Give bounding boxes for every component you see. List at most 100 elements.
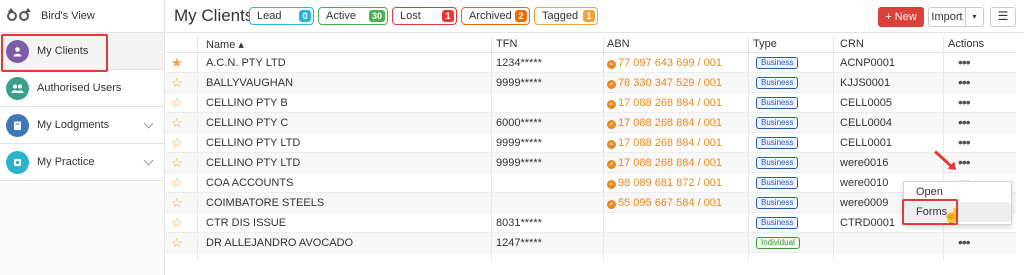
client-name[interactable]: CELLINO PTY C — [206, 117, 288, 129]
column-header-crn[interactable]: CRN — [840, 38, 864, 50]
client-type-badge: Business — [756, 57, 799, 69]
sidebar-item-my-lodgments[interactable]: My Lodgments — [0, 107, 164, 144]
column-header-type[interactable]: Type — [753, 38, 777, 50]
sidebar-item-authorised-users[interactable]: Authorised Users — [0, 70, 164, 107]
client-abn[interactable]: ⌕ 17 088 268 884 / 001 — [607, 97, 722, 109]
column-divider — [943, 35, 944, 260]
client-name[interactable]: COA ACCOUNTS — [206, 177, 293, 189]
column-divider — [197, 35, 198, 260]
table-row[interactable]: ☆ CELLINO PTY C 6000***** ⌕ 17 088 268 884 /… — [166, 113, 1016, 133]
client-tfn: 1247***** — [496, 237, 542, 249]
actions-menu-button[interactable]: ••• — [958, 74, 971, 90]
actions-menu-button[interactable]: ••• — [958, 134, 971, 150]
client-name[interactable]: DR ALLEJANDRO AVOCADO — [206, 237, 353, 249]
sidebar-item-my-practice[interactable]: My Practice — [0, 144, 164, 181]
chevron-down-icon[interactable] — [143, 155, 154, 166]
filter-active[interactable]: Active 30 — [318, 7, 388, 25]
filter-count: 1 — [583, 10, 595, 22]
client-type-badge: Business — [756, 137, 799, 149]
client-name[interactable]: CELLINO PTY B — [206, 97, 288, 109]
client-crn: CELL0004 — [840, 117, 892, 129]
client-crn: ACNP0001 — [840, 57, 896, 69]
client-abn[interactable]: ⌕ 55 095 667 584 / 001 — [607, 197, 722, 209]
client-crn: CELL0005 — [840, 97, 892, 109]
search-icon: ⌕ — [607, 60, 616, 69]
filter-count: 1 — [442, 10, 454, 22]
client-name[interactable]: CELLINO PTY LTD — [206, 137, 300, 149]
table-row[interactable]: ☆ DR ALLEJANDRO AVOCADO 1247***** Individua… — [166, 233, 1016, 253]
search-icon: ⌕ — [607, 100, 616, 109]
column-divider — [491, 35, 492, 260]
actions-menu-button[interactable]: ••• — [958, 154, 971, 170]
client-name[interactable]: CTR DIS ISSUE — [206, 217, 286, 229]
birds-view-link[interactable]: Bird's View — [0, 0, 164, 33]
star-icon[interactable]: ☆ — [171, 195, 183, 211]
table-row[interactable]: ☆ COA ACCOUNTS ⌕ 98 089 681 872 / 001 Busine… — [166, 173, 1016, 193]
table-row[interactable]: ★ A.C.N. PTY LTD 1234***** ⌕ 77 097 643 699 … — [166, 53, 1016, 73]
client-name[interactable]: CELLINO PTY LTD — [206, 157, 300, 169]
new-client-button[interactable]: + New — [878, 7, 924, 27]
menu-icon[interactable]: ☰ — [990, 7, 1016, 27]
filter-lost[interactable]: Lost 1 — [392, 7, 457, 25]
client-name[interactable]: BALLYVAUGHAN — [206, 77, 293, 89]
owl-logo-icon — [6, 8, 32, 24]
actions-menu-button[interactable]: ••• — [958, 94, 971, 110]
column-header-tfn[interactable]: TFN — [496, 38, 517, 50]
column-header-abn[interactable]: ABN — [607, 38, 630, 50]
client-abn[interactable]: ⌕ 17 088 268 884 / 001 — [607, 137, 722, 149]
abn-value: 55 095 667 584 / 001 — [618, 197, 722, 209]
star-icon[interactable]: ☆ — [171, 115, 183, 131]
table-row[interactable]: ☆CTR DIS ISSUE8031*****BusinessCTRD0001•… — [166, 213, 1016, 233]
client-abn[interactable]: ⌕ 17 088 268 884 / 001 — [607, 157, 722, 169]
table-row[interactable]: ☆ BALLYVAUGHAN 9999***** ⌕ 78 330 347 529 / … — [166, 73, 1016, 93]
actions-menu-button[interactable]: ••• — [958, 54, 971, 70]
table-row[interactable]: ☆ COIMBATORE STEELS ⌕ 55 095 667 584 / 001 B… — [166, 193, 1016, 213]
filter-label: Tagged — [542, 10, 579, 22]
star-icon[interactable]: ☆ — [171, 95, 183, 111]
search-icon: ⌕ — [607, 120, 616, 129]
filter-archived[interactable]: Archived 2 — [461, 7, 530, 25]
filter-label: Lead — [257, 10, 282, 22]
column-header-name[interactable]: Name ▴ — [206, 38, 244, 51]
star-icon[interactable]: ★ — [171, 55, 183, 71]
client-type-badge: Business — [756, 157, 799, 169]
table-row[interactable]: ☆ CELLINO PTY LTD 9999***** ⌕ 17 088 268 884… — [166, 133, 1016, 153]
filter-lead[interactable]: Lead 0 — [249, 7, 314, 25]
client-crn: KJJS0001 — [840, 77, 891, 89]
star-icon[interactable]: ☆ — [171, 135, 183, 151]
client-type-badge: Business — [756, 117, 799, 129]
star-icon[interactable]: ☆ — [171, 155, 183, 171]
search-icon: ⌕ — [607, 80, 616, 89]
actions-menu-button[interactable]: ••• — [958, 114, 971, 130]
client-abn[interactable]: ⌕ 77 097 643 699 / 001 — [607, 57, 722, 69]
client-tfn: 8031***** — [496, 217, 542, 229]
table-row[interactable]: ☆ CELLINO PTY LTD 9999***** ⌕ 17 088 268 884… — [166, 153, 1016, 173]
client-crn: were0009 — [840, 197, 889, 209]
abn-value: 78 330 347 529 / 001 — [618, 77, 722, 89]
client-abn[interactable]: ⌕ 17 088 268 884 / 001 — [607, 117, 722, 129]
column-divider — [603, 35, 604, 260]
actions-menu-button[interactable]: ••• — [958, 234, 971, 250]
star-icon[interactable]: ☆ — [171, 75, 183, 91]
filter-label: Archived — [469, 10, 512, 22]
client-name[interactable]: A.C.N. PTY LTD — [206, 57, 286, 69]
client-abn[interactable]: ⌕ 98 089 681 872 / 001 — [607, 177, 722, 189]
abn-value: 17 088 268 884 / 001 — [618, 117, 722, 129]
star-icon[interactable]: ☆ — [171, 215, 183, 231]
filter-label: Active — [326, 10, 356, 22]
table-body: ★ A.C.N. PTY LTD 1234***** ⌕ 77 097 643 699 … — [166, 53, 1016, 253]
filter-tagged[interactable]: Tagged 1 — [534, 7, 598, 25]
import-button[interactable]: Import — [928, 7, 966, 27]
star-icon[interactable]: ☆ — [171, 235, 183, 251]
client-type-badge: Business — [756, 177, 799, 189]
search-icon: ⌕ — [607, 140, 616, 149]
client-crn: CELL0001 — [840, 137, 892, 149]
chevron-down-icon[interactable] — [143, 118, 154, 129]
star-icon[interactable]: ☆ — [171, 175, 183, 191]
table-row[interactable]: ☆ CELLINO PTY B ⌕ 17 088 268 884 / 001 Busin… — [166, 93, 1016, 113]
client-abn[interactable]: ⌕ 78 330 347 529 / 001 — [607, 77, 722, 89]
sidebar-item-label: My Lodgments — [37, 119, 110, 131]
client-name[interactable]: COIMBATORE STEELS — [206, 197, 324, 209]
abn-value: 17 088 268 884 / 001 — [618, 157, 722, 169]
import-dropdown-caret-icon[interactable]: ▾ — [966, 7, 984, 27]
